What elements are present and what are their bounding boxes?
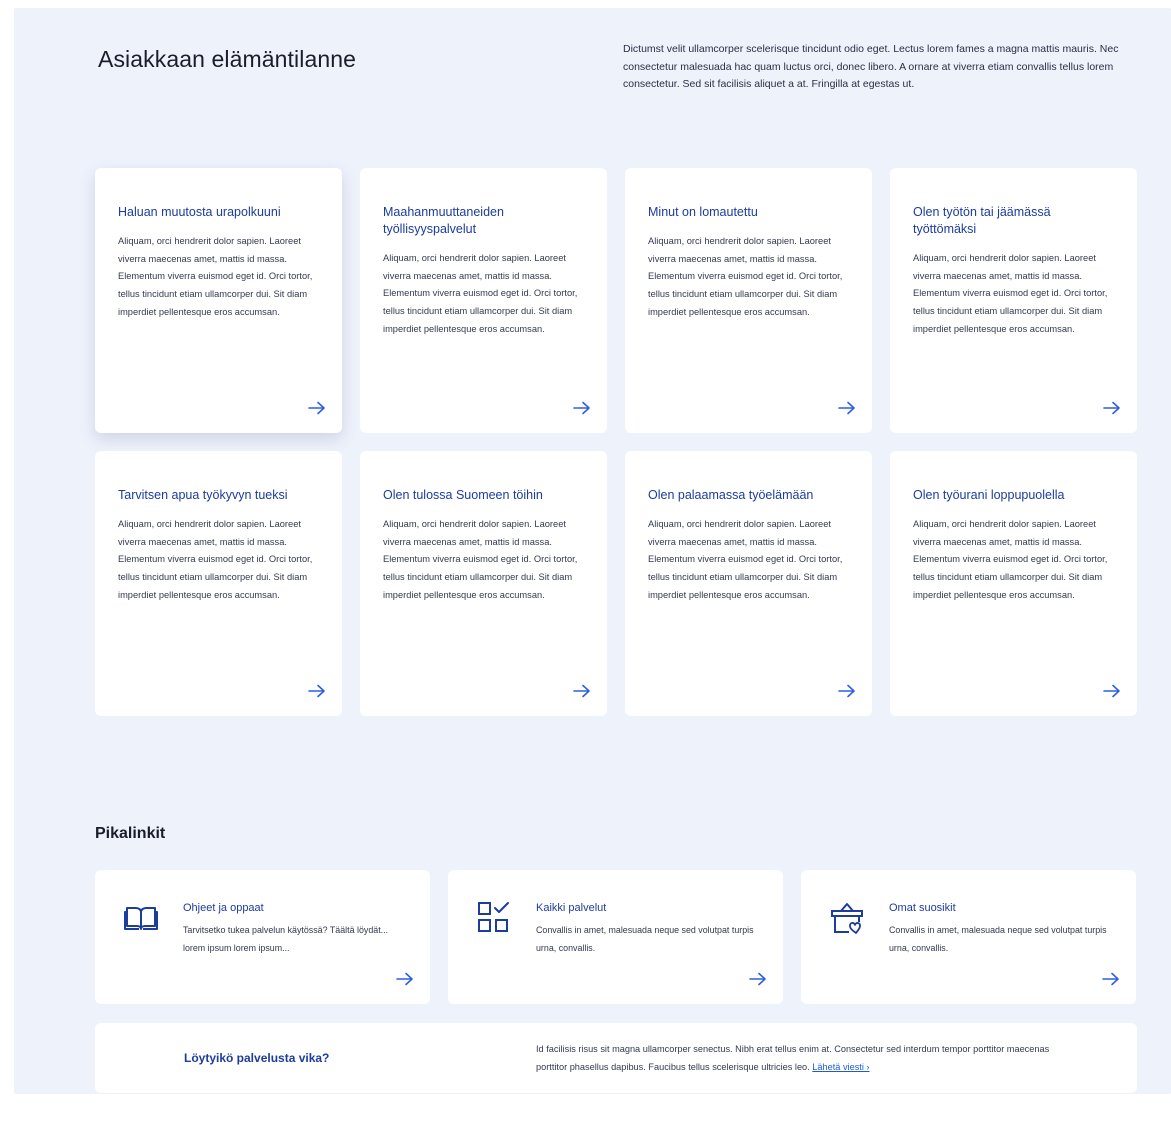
feedback-title: Löytyikö palvelusta vika? bbox=[184, 1051, 330, 1065]
quick-links: Ohjeet ja oppaat Tarvitsetko tukea palve… bbox=[95, 870, 1136, 1004]
arrow-right-icon[interactable] bbox=[308, 401, 326, 415]
card-title: Olen tulossa Suomeen töihin bbox=[383, 488, 543, 502]
arrow-right-icon[interactable] bbox=[838, 401, 856, 415]
card-title: Olen palaamassa työelämään bbox=[648, 488, 814, 502]
arrow-right-icon[interactable] bbox=[573, 684, 591, 698]
card-text: Aliquam, orci hendrerit dolor sapien. La… bbox=[383, 253, 578, 334]
card-text: Aliquam, orci hendrerit dolor sapien. La… bbox=[118, 519, 313, 600]
card-title: Minut on lomautettu bbox=[648, 205, 758, 219]
life-situation-card[interactable]: Maahanmuuttaneiden työllisyyspalvelut Al… bbox=[360, 168, 607, 433]
quick-link-all-services[interactable]: Kaikki palvelut Convallis in amet, males… bbox=[448, 870, 783, 1004]
arrow-right-icon[interactable] bbox=[573, 401, 591, 415]
card-title: Olen työurani loppupuolella bbox=[913, 488, 1065, 502]
arrow-right-icon[interactable] bbox=[838, 684, 856, 698]
quick-link-text: Convallis in amet, malesuada neque sed v… bbox=[536, 925, 754, 953]
arrow-right-icon[interactable] bbox=[1103, 401, 1121, 415]
quick-link-text: Tarvitsetko tukea palvelun käytössä? Tää… bbox=[183, 925, 389, 953]
feedback-text-block: Id facilisis risus sit magna ullamcorper… bbox=[536, 1040, 1056, 1076]
quick-link-title: Kaikki palvelut bbox=[536, 902, 607, 914]
life-situation-card[interactable]: Olen työurani loppupuolella Aliquam, orc… bbox=[890, 451, 1137, 716]
card-text: Aliquam, orci hendrerit dolor sapien. La… bbox=[118, 236, 313, 317]
feedback-banner: Löytyikö palvelusta vika? Id facilisis r… bbox=[95, 1023, 1137, 1093]
arrow-right-icon[interactable] bbox=[396, 972, 414, 986]
quick-link-title: Ohjeet ja oppaat bbox=[183, 902, 264, 914]
quick-link-text: Convallis in amet, malesuada neque sed v… bbox=[889, 925, 1107, 953]
page-background: Asiakkaan elämäntilanne Dictumst velit u… bbox=[14, 8, 1171, 1094]
card-title: Maahanmuuttaneiden työllisyyspalvelut bbox=[383, 205, 504, 236]
card-title: Haluan muutosta urapolkuuni bbox=[118, 205, 281, 219]
send-message-link[interactable]: Lähetä viesti › bbox=[812, 1062, 869, 1072]
card-title: Tarvitsen apua työkyvyn tueksi bbox=[118, 488, 288, 502]
card-title: Olen työtön tai jäämässä työttömäksi bbox=[913, 205, 1051, 236]
life-situation-card[interactable]: Tarvitsen apua työkyvyn tueksi Aliquam, … bbox=[95, 451, 342, 716]
life-situation-card[interactable]: Olen työtön tai jäämässä työttömäksi Ali… bbox=[890, 168, 1137, 433]
life-situation-grid: Haluan muutosta urapolkuuni Aliquam, orc… bbox=[95, 168, 1137, 716]
card-text: Aliquam, orci hendrerit dolor sapien. La… bbox=[383, 519, 578, 600]
card-text: Aliquam, orci hendrerit dolor sapien. La… bbox=[913, 253, 1108, 334]
page-title: Asiakkaan elämäntilanne bbox=[98, 46, 357, 72]
page-description: Dictumst velit ullamcorper scelerisque t… bbox=[623, 43, 1119, 90]
card-text: Aliquam, orci hendrerit dolor sapien. La… bbox=[648, 236, 843, 317]
card-text: Aliquam, orci hendrerit dolor sapien. La… bbox=[913, 519, 1108, 600]
quick-link-favorites[interactable]: Omat suosikit Convallis in amet, malesua… bbox=[801, 870, 1136, 1004]
life-situation-card[interactable]: Olen palaamassa työelämään Aliquam, orci… bbox=[625, 451, 872, 716]
quick-link-guides[interactable]: Ohjeet ja oppaat Tarvitsetko tukea palve… bbox=[95, 870, 430, 1004]
life-situation-card[interactable]: Olen tulossa Suomeen töihin Aliquam, orc… bbox=[360, 451, 607, 716]
life-situation-card[interactable]: Minut on lomautettu Aliquam, orci hendre… bbox=[625, 168, 872, 433]
arrow-right-icon[interactable] bbox=[1102, 972, 1120, 986]
quick-links-title: Pikalinkit bbox=[95, 825, 166, 842]
book-icon bbox=[123, 900, 159, 936]
feedback-text: Id facilisis risus sit magna ullamcorper… bbox=[536, 1044, 1050, 1072]
arrow-right-icon[interactable] bbox=[749, 972, 767, 986]
life-situation-card[interactable]: Haluan muutosta urapolkuuni Aliquam, orc… bbox=[95, 168, 342, 433]
favorites-basket-icon bbox=[829, 900, 865, 936]
quick-link-title: Omat suosikit bbox=[889, 902, 956, 914]
arrow-right-icon[interactable] bbox=[308, 684, 326, 698]
card-text: Aliquam, orci hendrerit dolor sapien. La… bbox=[648, 519, 843, 600]
arrow-right-icon[interactable] bbox=[1103, 684, 1121, 698]
services-grid-icon bbox=[476, 900, 512, 936]
